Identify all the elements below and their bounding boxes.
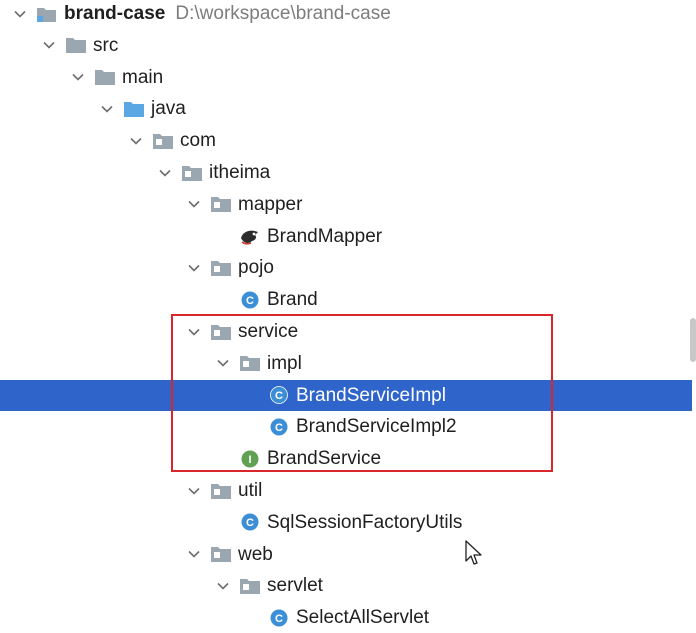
svg-text:I: I bbox=[248, 454, 251, 466]
chevron-down-icon[interactable] bbox=[186, 324, 202, 340]
tree-item-brand[interactable]: C Brand bbox=[0, 284, 692, 315]
class-icon: C bbox=[239, 290, 261, 310]
source-root-folder-icon bbox=[123, 99, 145, 119]
chevron-down-icon[interactable] bbox=[186, 546, 202, 562]
package-icon bbox=[152, 131, 174, 151]
chevron-down-icon[interactable] bbox=[186, 260, 202, 276]
interface-icon: I bbox=[239, 449, 261, 469]
tree-item-brandserviceimpl2[interactable]: C BrandServiceImpl2 bbox=[0, 411, 692, 442]
svg-text:C: C bbox=[275, 390, 283, 402]
svg-text:C: C bbox=[246, 295, 254, 307]
tree-item-label: java bbox=[151, 98, 186, 120]
tree-item-impl[interactable]: impl bbox=[0, 348, 692, 379]
tree-item-label: service bbox=[238, 321, 299, 342]
package-icon bbox=[210, 194, 232, 214]
mouse-cursor-icon bbox=[465, 540, 482, 565]
tree-scrollbar[interactable] bbox=[690, 318, 696, 362]
tree-item-mapper[interactable]: mapper bbox=[0, 189, 692, 220]
chevron-down-icon[interactable] bbox=[186, 483, 202, 499]
tree-item-label: main bbox=[122, 66, 164, 88]
class-icon: C bbox=[268, 608, 290, 628]
package-icon bbox=[210, 322, 232, 342]
tree-item-label: src bbox=[93, 34, 119, 56]
svg-text:C: C bbox=[275, 613, 283, 625]
tree-item-web[interactable]: web bbox=[0, 539, 692, 570]
tree-item-src[interactable]: src bbox=[0, 30, 692, 61]
chevron-down-icon[interactable] bbox=[70, 69, 86, 85]
tree-item-label: mapper bbox=[238, 193, 303, 215]
project-folder-icon bbox=[36, 4, 58, 24]
tree-item-label: web bbox=[238, 543, 273, 565]
chevron-down-icon[interactable] bbox=[157, 165, 173, 181]
tree-item-pojo[interactable]: pojo bbox=[0, 252, 692, 283]
package-icon bbox=[210, 258, 232, 278]
tree-item-label: pojo bbox=[238, 257, 274, 279]
tree-item-label: BrandMapper bbox=[267, 225, 383, 247]
tree-item-selectallservlet[interactable]: C SelectAllServlet bbox=[0, 602, 692, 633]
tree-item-java[interactable]: java bbox=[0, 93, 692, 124]
tree-item-service[interactable]: service bbox=[0, 316, 692, 347]
tree-item-label: Brand bbox=[267, 289, 318, 311]
svg-text:C: C bbox=[246, 517, 254, 529]
chevron-down-icon[interactable] bbox=[12, 6, 28, 22]
tree-item-label: BrandServiceImpl2 bbox=[296, 416, 457, 438]
tree-item-label: SqlSessionFactoryUtils bbox=[267, 511, 463, 533]
chevron-down-icon[interactable] bbox=[215, 355, 231, 371]
folder-icon bbox=[65, 35, 87, 55]
tree-item-brandserviceimpl[interactable]: C BrandServiceImpl bbox=[0, 379, 692, 411]
tree-item-label: servlet bbox=[267, 575, 323, 597]
tree-item-itheima[interactable]: itheima bbox=[0, 157, 692, 188]
package-icon bbox=[181, 163, 203, 183]
package-icon bbox=[210, 544, 232, 564]
chevron-down-icon[interactable] bbox=[186, 196, 202, 212]
package-icon bbox=[239, 353, 261, 373]
tree-item-label: SelectAllServlet bbox=[296, 607, 430, 629]
project-tree[interactable]: brand-case D:\workspace\brand-case src main… bbox=[0, 0, 696, 633]
mybatis-mapper-icon bbox=[239, 226, 261, 246]
folder-icon bbox=[94, 67, 116, 87]
tree-item-com[interactable]: com bbox=[0, 125, 692, 156]
tree-item-sqlsessionfactoryutils[interactable]: C SqlSessionFactoryUtils bbox=[0, 507, 692, 538]
project-path: D:\workspace\brand-case bbox=[175, 3, 391, 24]
tree-item-util[interactable]: util bbox=[0, 475, 692, 506]
chevron-down-icon[interactable] bbox=[215, 578, 231, 594]
chevron-down-icon[interactable] bbox=[99, 101, 115, 117]
chevron-down-icon[interactable] bbox=[41, 37, 57, 53]
class-icon: C bbox=[268, 417, 290, 437]
tree-item-label: BrandService bbox=[267, 448, 382, 470]
package-icon bbox=[239, 576, 261, 596]
tree-item-servlet[interactable]: servlet bbox=[0, 570, 692, 601]
tree-item-label: util bbox=[238, 480, 263, 501]
tree-item-brandmapper[interactable]: BrandMapper bbox=[0, 221, 692, 252]
tree-item-label: BrandServiceImpl bbox=[296, 384, 446, 406]
class-icon: C bbox=[239, 512, 261, 532]
tree-item-label: itheima bbox=[209, 162, 271, 183]
tree-item-brand-case[interactable]: brand-case D:\workspace\brand-case bbox=[0, 0, 692, 29]
tree-item-label: com bbox=[180, 130, 216, 152]
package-icon bbox=[210, 481, 232, 501]
chevron-down-icon[interactable] bbox=[128, 133, 144, 149]
svg-text:C: C bbox=[275, 422, 283, 434]
tree-item-main[interactable]: main bbox=[0, 62, 692, 93]
tree-item-brandservice[interactable]: I BrandService bbox=[0, 443, 692, 474]
tree-item-label: impl bbox=[267, 352, 302, 374]
tree-item-label: brand-case bbox=[64, 3, 166, 24]
class-icon: C bbox=[268, 385, 290, 405]
